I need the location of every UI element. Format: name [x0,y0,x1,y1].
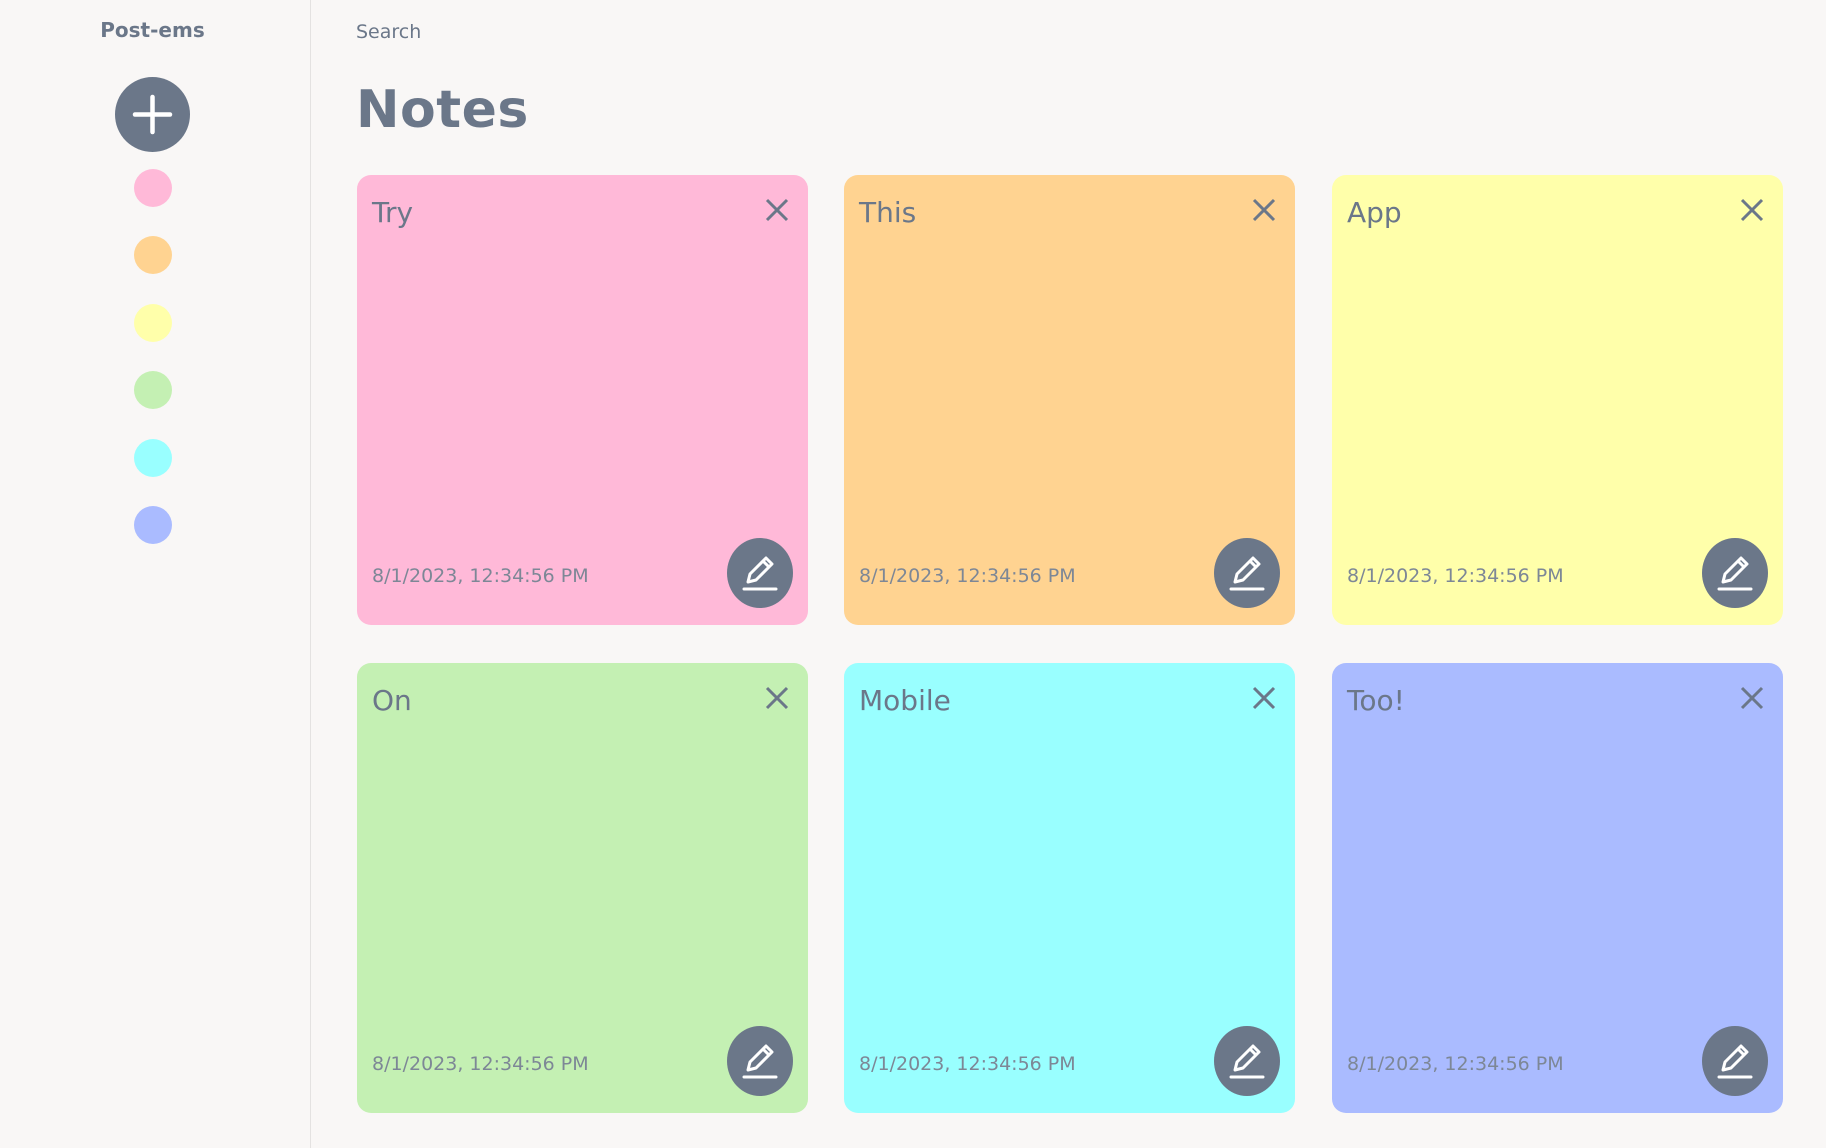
edit-note-button[interactable] [1702,538,1768,608]
page-title: Notes [356,80,529,140]
app-root: Post-ems Notes Try 8/1/2023, 12:34:56 PM [0,0,1826,1148]
note-title: Try [372,196,414,229]
note-date: 8/1/2023, 12:34:56 PM [1347,565,1564,587]
close-icon[interactable] [1737,195,1767,225]
color-swatch-orange[interactable] [134,236,172,274]
close-icon[interactable] [762,195,792,225]
sidebar: Post-ems [0,0,311,1148]
search-input[interactable] [356,18,756,46]
note-card[interactable]: This 8/1/2023, 12:34:56 PM [844,175,1295,625]
add-note-button[interactable] [115,77,190,152]
edit-note-button[interactable] [1214,538,1280,608]
note-card[interactable]: Too! 8/1/2023, 12:34:56 PM [1332,663,1783,1113]
edit-note-button[interactable] [1214,1026,1280,1096]
close-icon[interactable] [1249,683,1279,713]
pencil-icon [1229,1044,1265,1079]
color-swatch-green[interactable] [134,371,172,409]
edit-note-button[interactable] [727,538,793,608]
note-card[interactable]: App 8/1/2023, 12:34:56 PM [1332,175,1783,625]
edit-note-button[interactable] [1702,1026,1768,1096]
note-title: Mobile [859,684,951,717]
plus-icon [132,94,173,135]
note-card[interactable]: Mobile 8/1/2023, 12:34:56 PM [844,663,1295,1113]
note-card[interactable]: Try 8/1/2023, 12:34:56 PM [357,175,808,625]
color-swatch-pink[interactable] [134,169,172,207]
note-date: 8/1/2023, 12:34:56 PM [1347,1053,1564,1075]
color-swatch-yellow[interactable] [134,304,172,342]
note-date: 8/1/2023, 12:34:56 PM [372,1053,589,1075]
pencil-icon [742,556,778,591]
pencil-icon [742,1044,778,1079]
close-icon[interactable] [1737,683,1767,713]
pencil-icon [1717,1044,1753,1079]
edit-note-button[interactable] [727,1026,793,1096]
color-swatch-cyan[interactable] [134,439,172,477]
pencil-icon [1717,556,1753,591]
note-date: 8/1/2023, 12:34:56 PM [859,565,1076,587]
note-title: On [372,684,412,717]
note-title: App [1347,196,1402,229]
pencil-icon [1229,556,1265,591]
note-card[interactable]: On 8/1/2023, 12:34:56 PM [357,663,808,1113]
close-icon[interactable] [1249,195,1279,225]
note-title: This [859,196,917,229]
note-date: 8/1/2023, 12:34:56 PM [372,565,589,587]
close-icon[interactable] [762,683,792,713]
color-swatch-blue[interactable] [134,506,172,544]
app-brand: Post-ems [100,18,205,42]
note-title: Too! [1347,684,1405,717]
note-date: 8/1/2023, 12:34:56 PM [859,1053,1076,1075]
